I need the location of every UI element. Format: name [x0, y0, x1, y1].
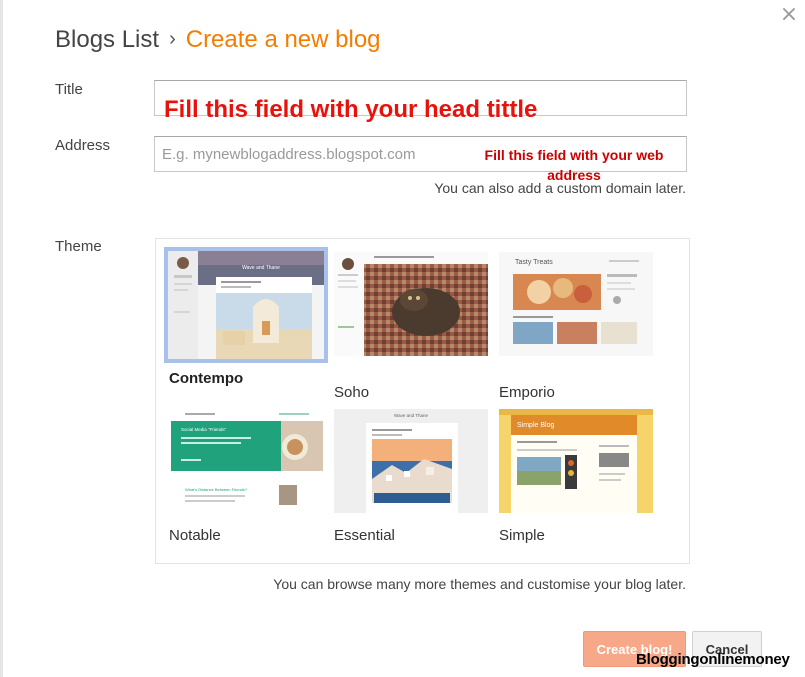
- theme-notable-thumbnail: Social Media "Friends" What's Distance B…: [169, 409, 323, 513]
- essential-preview-image: Wave and Thane: [334, 409, 488, 513]
- theme-contempo-thumbnail: Wave and Thane: [164, 247, 328, 363]
- essential-preview-title: Wave and Thane: [394, 413, 429, 418]
- notable-preview-image: Social Media "Friends" What's Distance B…: [169, 409, 323, 513]
- breadcrumb-blogs-list[interactable]: Blogs List: [55, 26, 159, 53]
- chevron-right-icon: ›: [169, 28, 176, 50]
- create-blog-dialog: × Blogs List › Create a new blog Title Fil…: [0, 0, 805, 677]
- custom-domain-hint: You can also add a custom domain later.: [434, 180, 686, 196]
- contempo-preview-title: Wave and Thane: [242, 265, 280, 271]
- address-label: Address: [55, 137, 111, 154]
- theme-name: Essential: [334, 527, 395, 544]
- breadcrumb-current: Create a new blog: [185, 26, 381, 53]
- emporio-preview-title: Tasty Treats: [515, 259, 553, 266]
- theme-label: Theme: [55, 238, 102, 255]
- simple-preview-title: Simple Blog: [517, 422, 554, 429]
- breadcrumb: Blogs List › Create a new blog: [55, 26, 381, 54]
- dialog-edge: [0, 0, 3, 677]
- address-annotation: Fill this field with your web address: [484, 147, 664, 183]
- watermark: Bloggingonlinemoney: [636, 651, 790, 668]
- theme-picker: Wave and Thane Contempo Soho Tasty Treat…: [155, 238, 690, 564]
- simple-preview-image: Simple Blog: [499, 409, 653, 513]
- notable-preview-subtitle: What's Distance Between Friends?: [185, 487, 248, 492]
- theme-name: Simple: [499, 527, 545, 544]
- theme-name: Notable: [169, 527, 221, 544]
- theme-name: Emporio: [499, 384, 555, 401]
- soho-preview-image: [334, 252, 488, 356]
- notable-preview-title: Social Media "Friends": [181, 427, 227, 432]
- themes-hint: You can browse many more themes and cust…: [273, 576, 686, 592]
- close-icon[interactable]: ×: [778, 4, 800, 26]
- theme-name: Contempo: [169, 370, 244, 387]
- contempo-preview-image: Wave and Thane: [168, 251, 324, 359]
- title-label: Title: [55, 81, 83, 98]
- theme-name: Soho: [334, 384, 370, 401]
- emporio-preview-image: Tasty Treats: [499, 252, 653, 356]
- title-annotation: Fill this field with your head tittle: [164, 96, 538, 123]
- theme-essential-thumbnail: Wave and Thane: [334, 409, 488, 513]
- theme-emporio-thumbnail: Tasty Treats: [499, 252, 653, 356]
- address-placeholder: E.g. mynewblogaddress.blogspot.com: [162, 146, 416, 163]
- theme-simple-thumbnail: Simple Blog: [499, 409, 653, 513]
- theme-soho-thumbnail: [334, 252, 488, 356]
